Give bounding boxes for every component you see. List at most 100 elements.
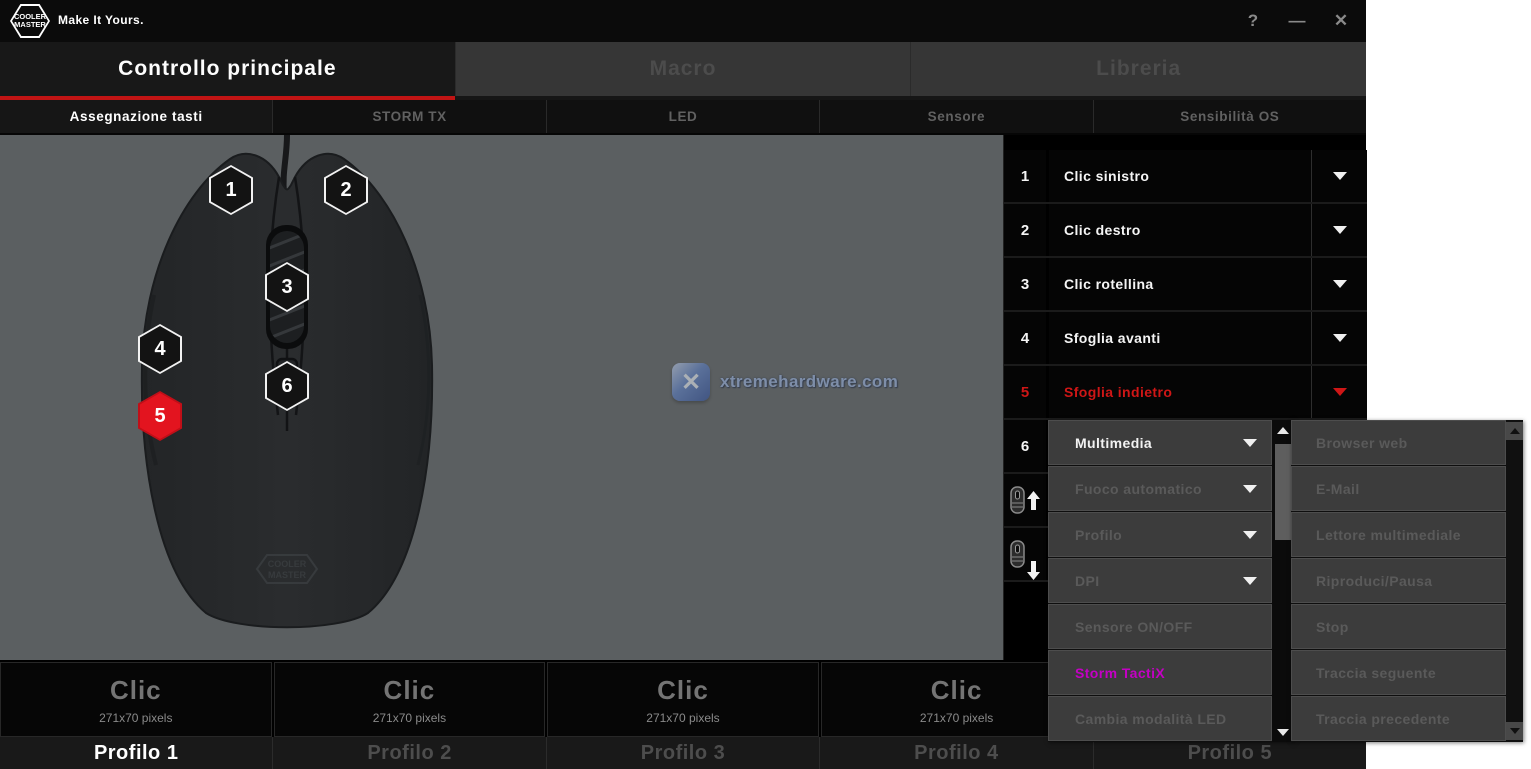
- brand-tagline: Make It Yours.: [58, 13, 144, 27]
- button-preview-2[interactable]: Clic 271x70 pixels: [274, 662, 546, 737]
- assignment-row-3[interactable]: 3 Clic rotellina: [1004, 258, 1367, 312]
- row-number: 4: [1004, 312, 1049, 364]
- scroll-up-button[interactable]: [1506, 422, 1523, 440]
- row-dropdown-button[interactable]: [1311, 312, 1367, 364]
- logo-text: COOLER MASTER: [14, 13, 46, 29]
- tab-macro[interactable]: Macro: [456, 42, 912, 96]
- mouse-wheel-down-icon: [1010, 540, 1025, 568]
- subtab-assegnazione-tasti[interactable]: Assegnazione tasti: [0, 100, 273, 133]
- menu-item-storm-tactix[interactable]: Storm TactiX: [1048, 650, 1272, 695]
- triangle-down-icon: [1510, 728, 1520, 734]
- row-assignment-label: Sfoglia avanti: [1049, 312, 1311, 364]
- row-number: 6: [1004, 420, 1049, 472]
- row-assignment-label: Clic rotellina: [1049, 258, 1311, 310]
- row-dropdown-button[interactable]: [1311, 150, 1367, 202]
- placeholder-title: Clic: [657, 675, 709, 706]
- placeholder-size: 271x70 pixels: [920, 711, 993, 725]
- menu-item-profilo[interactable]: Profilo: [1048, 512, 1272, 557]
- svg-text:MASTER: MASTER: [268, 570, 307, 580]
- help-button[interactable]: ?: [1242, 11, 1264, 31]
- watermark: ✕ xtremehardware.com: [672, 363, 898, 401]
- submenu-item-riproduci-pausa[interactable]: Riproduci/Pausa: [1291, 558, 1506, 603]
- submenu-scrollbar[interactable]: [1506, 420, 1523, 742]
- mouse-wheel-up-icon: [1010, 486, 1025, 514]
- scroll-down-button[interactable]: [1506, 722, 1523, 740]
- multimedia-submenu: Browser web E-Mail Lettore multimediale …: [1291, 420, 1523, 742]
- placeholder-size: 271x70 pixels: [646, 711, 719, 725]
- chevron-down-icon: [1333, 280, 1347, 288]
- triangle-up-icon: [1277, 427, 1289, 434]
- button-preview-1[interactable]: Clic 271x70 pixels: [0, 662, 272, 737]
- menu-item-dpi[interactable]: DPI: [1048, 558, 1272, 603]
- logo-line2: MASTER: [14, 21, 46, 29]
- row-number: 2: [1004, 204, 1049, 256]
- assignment-row-5[interactable]: 5 Sfoglia indietro: [1004, 366, 1367, 420]
- submenu-item-traccia-seguente[interactable]: Traccia seguente: [1291, 650, 1506, 695]
- chevron-down-icon: [1333, 334, 1347, 342]
- sub-tab-bar: Assegnazione tasti STORM TX LED Sensore …: [0, 100, 1366, 135]
- chevron-down-icon: [1333, 388, 1347, 396]
- placeholder-size: 271x70 pixels: [373, 711, 446, 725]
- profile-tab-2[interactable]: Profilo 2: [273, 737, 546, 769]
- watermark-x-icon: ✕: [672, 363, 710, 401]
- triangle-up-icon: [1510, 428, 1520, 434]
- row-number: [1004, 528, 1049, 580]
- submenu-item-lettore-multimediale[interactable]: Lettore multimediale: [1291, 512, 1506, 557]
- subtab-sensore[interactable]: Sensore: [820, 100, 1093, 133]
- cooler-master-logo: COOLER MASTER: [10, 4, 50, 38]
- titlebar: COOLER MASTER Make It Yours. ? — ✕: [0, 0, 1366, 42]
- subtab-sensibilita-os[interactable]: Sensibilità OS: [1094, 100, 1366, 133]
- scrollbar-thumb[interactable]: [1275, 444, 1291, 540]
- submenu-items: Browser web E-Mail Lettore multimediale …: [1291, 420, 1506, 742]
- row-dropdown-button[interactable]: [1311, 204, 1367, 256]
- tab-controllo-principale[interactable]: Controllo principale: [0, 42, 456, 96]
- row-dropdown-button[interactable]: [1311, 258, 1367, 310]
- row-number: 3: [1004, 258, 1049, 310]
- chevron-down-icon: [1243, 485, 1257, 493]
- profile-tab-3[interactable]: Profilo 3: [547, 737, 820, 769]
- submenu-item-browser-web[interactable]: Browser web: [1291, 420, 1506, 465]
- placeholder-size: 271x70 pixels: [99, 711, 172, 725]
- assignment-row-4[interactable]: 4 Sfoglia avanti: [1004, 312, 1367, 366]
- close-button[interactable]: ✕: [1330, 11, 1352, 31]
- minimize-button[interactable]: —: [1286, 11, 1308, 31]
- arrow-up-icon: [1027, 491, 1040, 510]
- profile-tab-1[interactable]: Profilo 1: [0, 737, 273, 769]
- menu-item-fuoco-automatico[interactable]: Fuoco automatico: [1048, 466, 1272, 511]
- row-assignment-label: Clic destro: [1049, 204, 1311, 256]
- mouse-preview-area: COOLER MASTER 1 2 3 4 5 6 ✕ xtremehardwa…: [0, 135, 1003, 660]
- placeholder-title: Clic: [384, 675, 436, 706]
- chevron-down-icon: [1333, 226, 1347, 234]
- desktop: COOLER MASTER Make It Yours. ? — ✕ Contr…: [0, 0, 1531, 769]
- assignment-row-2[interactable]: 2 Clic destro: [1004, 204, 1367, 258]
- arrow-down-icon: [1027, 561, 1040, 580]
- row-number: 5: [1004, 366, 1049, 418]
- row-number: [1004, 474, 1049, 526]
- watermark-text: xtremehardware.com: [720, 372, 898, 392]
- menu-item-cambia-modalita-led[interactable]: Cambia modalità LED: [1048, 696, 1272, 741]
- assignment-row-1[interactable]: 1 Clic sinistro: [1004, 150, 1367, 204]
- subtab-storm-tx[interactable]: STORM TX: [273, 100, 546, 133]
- main-tab-bar: Controllo principale Macro Libreria: [0, 42, 1366, 96]
- triangle-down-icon: [1277, 729, 1289, 736]
- row-assignment-label: Sfoglia indietro: [1049, 366, 1311, 418]
- submenu-item-traccia-precedente[interactable]: Traccia precedente: [1291, 696, 1506, 741]
- menu-item-sensore-on-off[interactable]: Sensore ON/OFF: [1048, 604, 1272, 649]
- action-menu: Multimedia Fuoco automatico Profilo DPI …: [1048, 420, 1294, 742]
- placeholder-title: Clic: [931, 675, 983, 706]
- chevron-down-icon: [1333, 172, 1347, 180]
- chevron-down-icon: [1243, 439, 1257, 447]
- row-number: 1: [1004, 150, 1049, 202]
- chevron-down-icon: [1243, 577, 1257, 585]
- submenu-item-stop[interactable]: Stop: [1291, 604, 1506, 649]
- window-controls: ? — ✕: [1242, 0, 1352, 42]
- tab-libreria[interactable]: Libreria: [911, 42, 1366, 96]
- subtab-led[interactable]: LED: [547, 100, 820, 133]
- submenu-item-email[interactable]: E-Mail: [1291, 466, 1506, 511]
- button-preview-3[interactable]: Clic 271x70 pixels: [547, 662, 819, 737]
- svg-text:COOLER: COOLER: [268, 559, 307, 569]
- row-dropdown-button[interactable]: [1311, 366, 1367, 418]
- chevron-down-icon: [1243, 531, 1257, 539]
- placeholder-title: Clic: [110, 675, 162, 706]
- menu-item-multimedia[interactable]: Multimedia: [1048, 420, 1272, 465]
